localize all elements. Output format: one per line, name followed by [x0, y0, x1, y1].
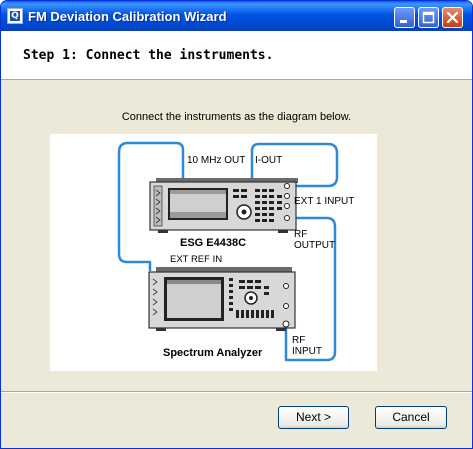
label-ext-ref-in: EXT REF IN [170, 254, 222, 265]
esg-instrument [149, 178, 298, 233]
app-icon[interactable]: Q [7, 8, 23, 24]
label-rf-input-line1: RF [292, 335, 305, 346]
title-bar[interactable]: Q FM Deviation Calibration Wizard [1, 1, 472, 31]
next-button[interactable]: Next > [278, 406, 349, 429]
minimize-button[interactable] [394, 7, 415, 28]
footer-divider [1, 391, 472, 393]
cancel-button[interactable]: Cancel [375, 406, 447, 429]
instruction-text: Connect the instruments as the diagram b… [121, 111, 352, 123]
close-button[interactable] [442, 7, 463, 28]
label-rf-output-line2: OUTPUT [294, 240, 335, 251]
wizard-window: Q FM Deviation Calibration Wizard Step 1… [0, 0, 473, 449]
close-icon [446, 11, 459, 24]
label-rf-input-line2: INPUT [292, 346, 322, 357]
step-title: Step 1: Connect the instruments. [23, 48, 274, 63]
label-rf-output-line1: RF [294, 229, 307, 240]
label-i-out: I-OUT [255, 155, 282, 166]
maximize-button[interactable] [418, 7, 439, 28]
maximize-icon [422, 11, 435, 24]
window-title: FM Deviation Calibration Wizard [28, 9, 227, 24]
spectrum-analyzer-instrument [148, 267, 296, 331]
minimize-icon [400, 20, 407, 23]
label-10mhz-out: 10 MHz OUT [187, 155, 245, 166]
label-spectrum-analyzer: Spectrum Analyzer [163, 347, 263, 359]
label-esg-model: ESG E4438C [180, 237, 246, 249]
connection-diagram: 10 MHz OUT I-OUT EXT 1 INPUT RF OUTPUT E… [50, 134, 377, 371]
label-ext1-input: EXT 1 INPUT [294, 196, 354, 207]
